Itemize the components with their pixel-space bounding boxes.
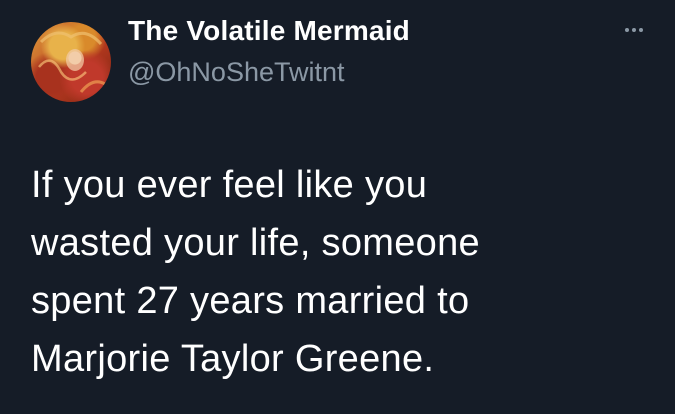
avatar-photo-icon (38, 31, 106, 93)
tweet-text: If you ever feel like you wasted your li… (31, 164, 480, 380)
dot (639, 28, 643, 32)
dot (625, 28, 629, 32)
author-handle[interactable]: @OhNoSheTwitnt (128, 57, 345, 88)
more-options-icon (625, 28, 643, 32)
avatar[interactable] (31, 22, 111, 102)
more-options-button[interactable] (620, 22, 650, 38)
author-display-name[interactable]: The Volatile Mermaid (128, 15, 410, 47)
tweet-card: The Volatile Mermaid @OhNoSheTwitnt If y… (0, 0, 675, 414)
dot (632, 28, 636, 32)
